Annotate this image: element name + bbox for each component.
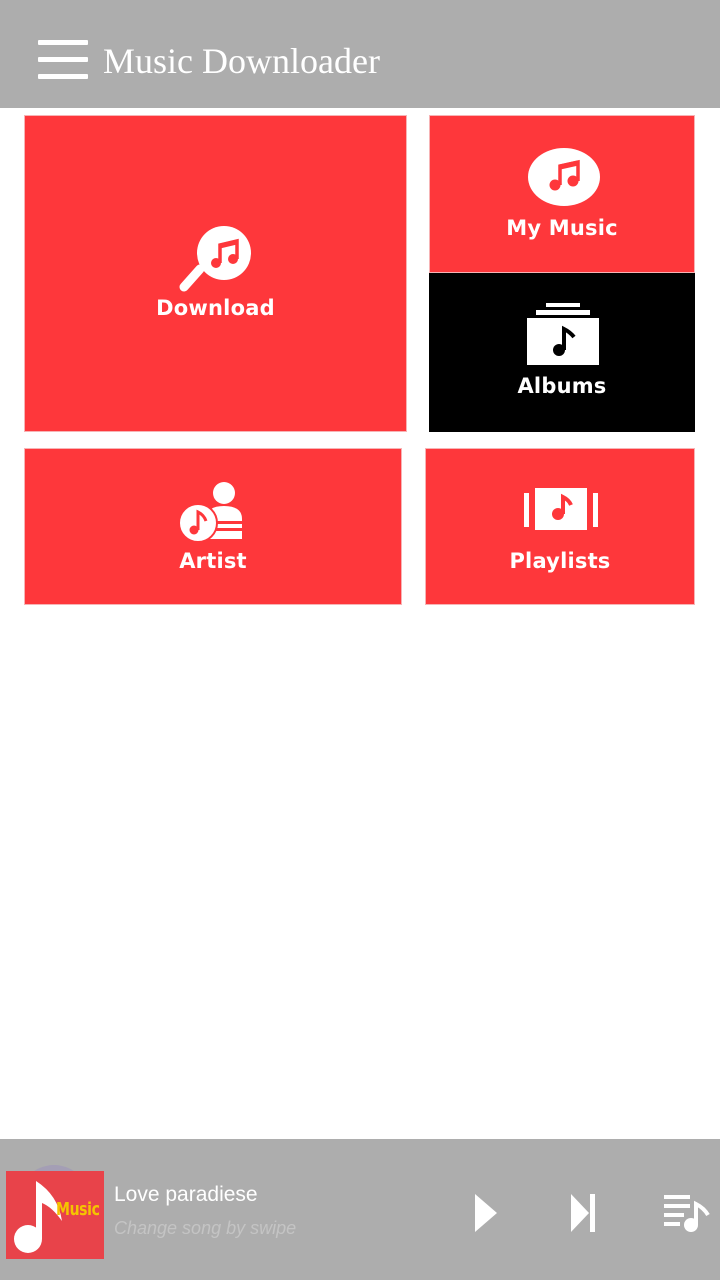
playlist-icon xyxy=(524,488,598,530)
download-label: Download xyxy=(156,296,275,320)
skip-next-icon[interactable] xyxy=(569,1192,597,1234)
app-title: Music Downloader xyxy=(103,41,380,81)
search-music-icon xyxy=(179,226,251,292)
album-art-text: Music xyxy=(56,1199,100,1220)
artist-label: Artist xyxy=(179,549,247,573)
artist-icon xyxy=(178,482,244,541)
hamburger-menu-icon[interactable] xyxy=(38,40,88,80)
song-title: Love paradiese xyxy=(114,1183,258,1206)
my-music-tile[interactable]: My Music xyxy=(429,115,695,273)
app-bar: Music Downloader xyxy=(0,0,720,108)
artist-tile[interactable]: Artist xyxy=(24,448,402,605)
album-art: Music xyxy=(6,1171,104,1259)
albums-tile[interactable]: Albums xyxy=(429,273,695,432)
queue-music-icon[interactable] xyxy=(662,1192,710,1234)
my-music-label: My Music xyxy=(506,216,618,240)
play-icon[interactable] xyxy=(473,1192,499,1234)
playlists-label: Playlists xyxy=(509,549,611,573)
music-note-circle-icon xyxy=(528,148,600,206)
album-stack-icon xyxy=(527,303,599,365)
mini-player[interactable]: Music Love paradiese Change song by swip… xyxy=(0,1139,720,1280)
playlists-tile[interactable]: Playlists xyxy=(425,448,695,605)
swipe-hint: Change song by swipe xyxy=(114,1218,297,1238)
albums-label: Albums xyxy=(517,374,607,398)
download-tile[interactable]: Download xyxy=(24,115,407,432)
